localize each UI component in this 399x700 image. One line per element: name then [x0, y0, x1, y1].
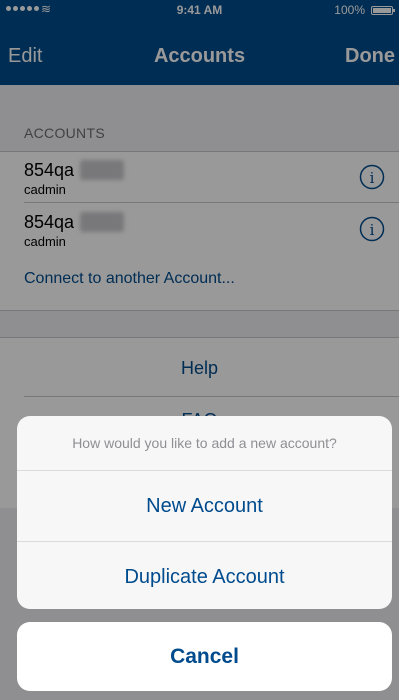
- duplicate-account-button[interactable]: Duplicate Account: [17, 541, 392, 609]
- accounts-screen: ≋ 9:41 AM 100% Edit Accounts Done ACCOUN…: [0, 0, 399, 700]
- new-account-button[interactable]: New Account: [17, 470, 392, 541]
- action-sheet-message: How would you like to add a new account?: [72, 435, 337, 451]
- action-sheet: How would you like to add a new account?…: [17, 416, 392, 609]
- cancel-button[interactable]: Cancel: [17, 622, 392, 691]
